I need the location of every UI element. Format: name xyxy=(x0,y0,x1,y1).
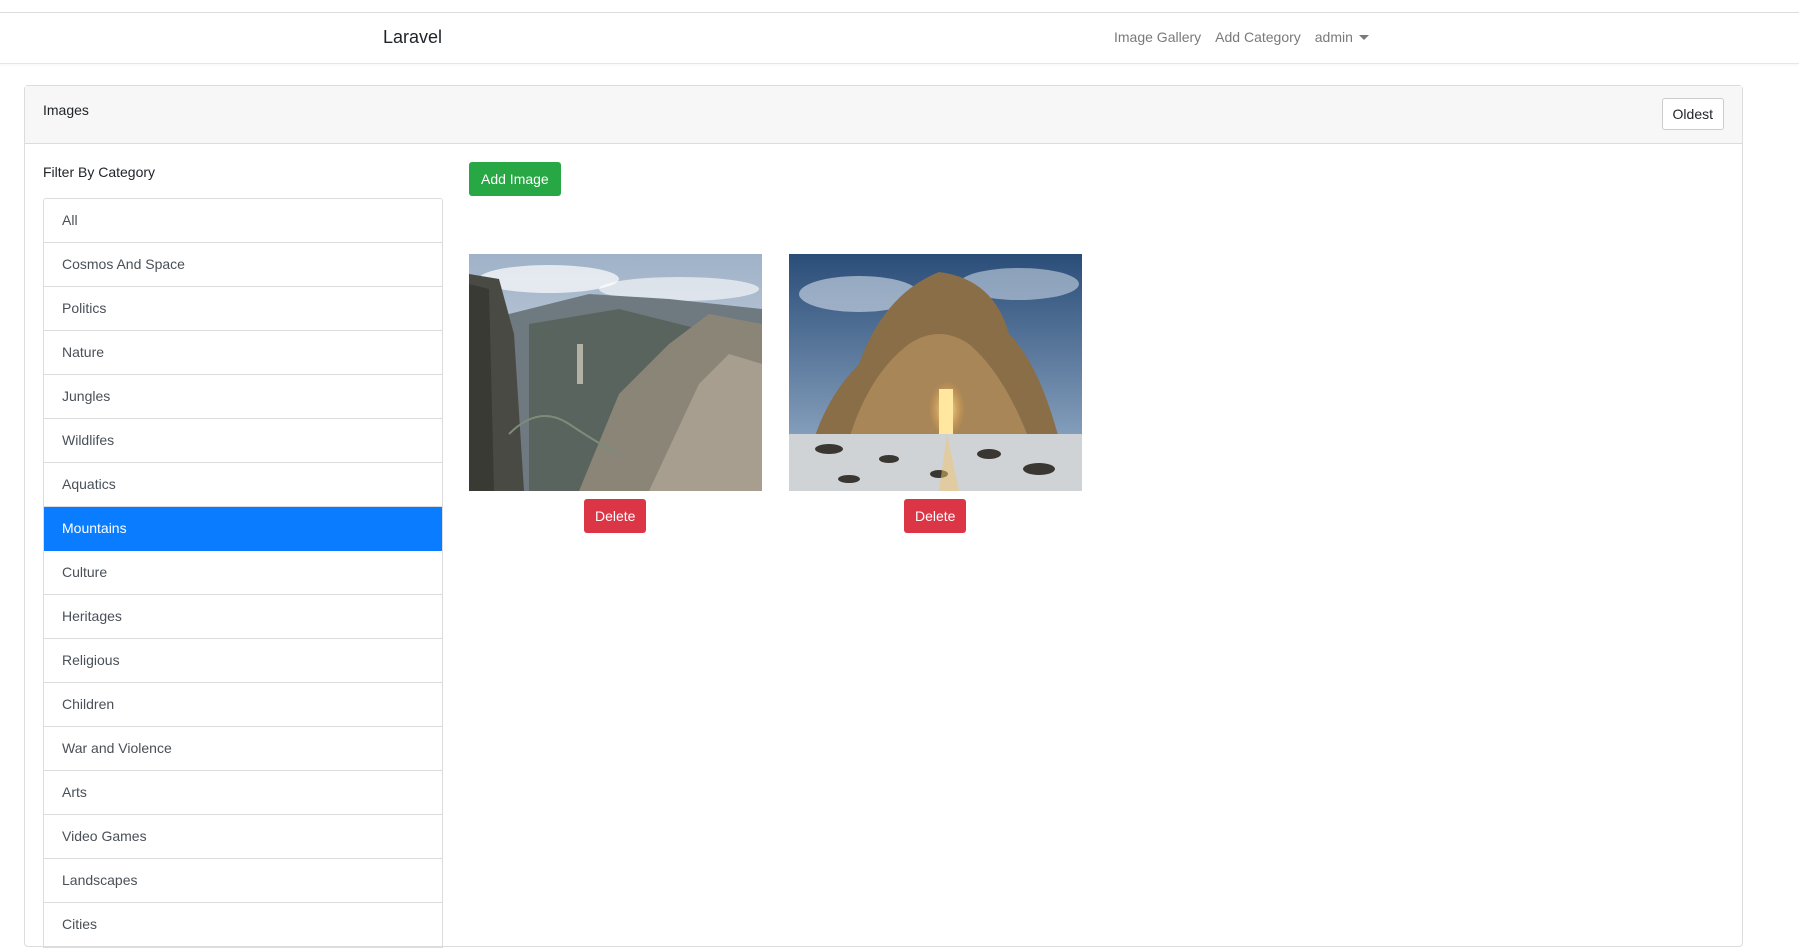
gallery-image[interactable] xyxy=(469,254,762,491)
category-item[interactable]: War and Violence xyxy=(44,727,442,771)
chevron-down-icon xyxy=(1358,34,1369,40)
gallery-image[interactable] xyxy=(789,254,1082,491)
category-item[interactable]: Nature xyxy=(44,331,442,375)
nav-image-gallery[interactable]: Image Gallery xyxy=(1114,29,1201,45)
filter-label: Filter By Category xyxy=(43,164,156,180)
category-item[interactable]: Video Games xyxy=(44,815,442,859)
category-item[interactable]: Culture xyxy=(44,551,442,595)
category-item[interactable]: Cities xyxy=(44,903,442,947)
category-list: All Cosmos And Space Politics Nature Jungles… xyxy=(43,198,443,948)
sort-oldest-button[interactable]: Oldest xyxy=(1661,98,1724,130)
add-image-button[interactable]: Add Image xyxy=(469,162,561,196)
category-item[interactable]: Religious xyxy=(44,639,442,683)
category-item[interactable]: Jungles xyxy=(44,375,442,419)
nav-links: Image Gallery Add Category admin xyxy=(1114,29,1369,45)
delete-image-button[interactable]: Delete xyxy=(904,499,967,533)
category-item[interactable]: Mountains xyxy=(44,507,442,551)
images-card: Images Oldest Filter By Category All Cosm… xyxy=(24,85,1743,948)
delete-image-button[interactable]: Delete xyxy=(584,499,647,533)
brand-link[interactable]: Laravel xyxy=(383,27,442,48)
nav-add-category[interactable]: Add Category xyxy=(1215,29,1301,45)
user-name: admin xyxy=(1314,29,1353,45)
category-item[interactable]: Politics xyxy=(44,287,442,331)
category-item[interactable]: Arts xyxy=(44,771,442,815)
card-title: Images xyxy=(43,102,89,118)
sea-arch-photo xyxy=(789,254,1082,491)
category-item[interactable]: Heritages xyxy=(44,595,442,639)
category-item[interactable]: All xyxy=(44,199,442,243)
category-item[interactable]: Cosmos And Space xyxy=(44,243,442,287)
card-header: Images Oldest xyxy=(25,86,1742,144)
browser-top-strip xyxy=(0,0,1799,13)
mountain-valley-photo xyxy=(469,254,762,491)
category-item[interactable]: Children xyxy=(44,683,442,727)
category-item[interactable]: Landscapes xyxy=(44,859,442,903)
category-item[interactable]: Aquatics xyxy=(44,463,442,507)
category-item[interactable]: Wildlifes xyxy=(44,419,442,463)
user-menu[interactable]: admin xyxy=(1315,29,1369,45)
top-navbar: Laravel Image Gallery Add Category admin xyxy=(0,13,1799,64)
